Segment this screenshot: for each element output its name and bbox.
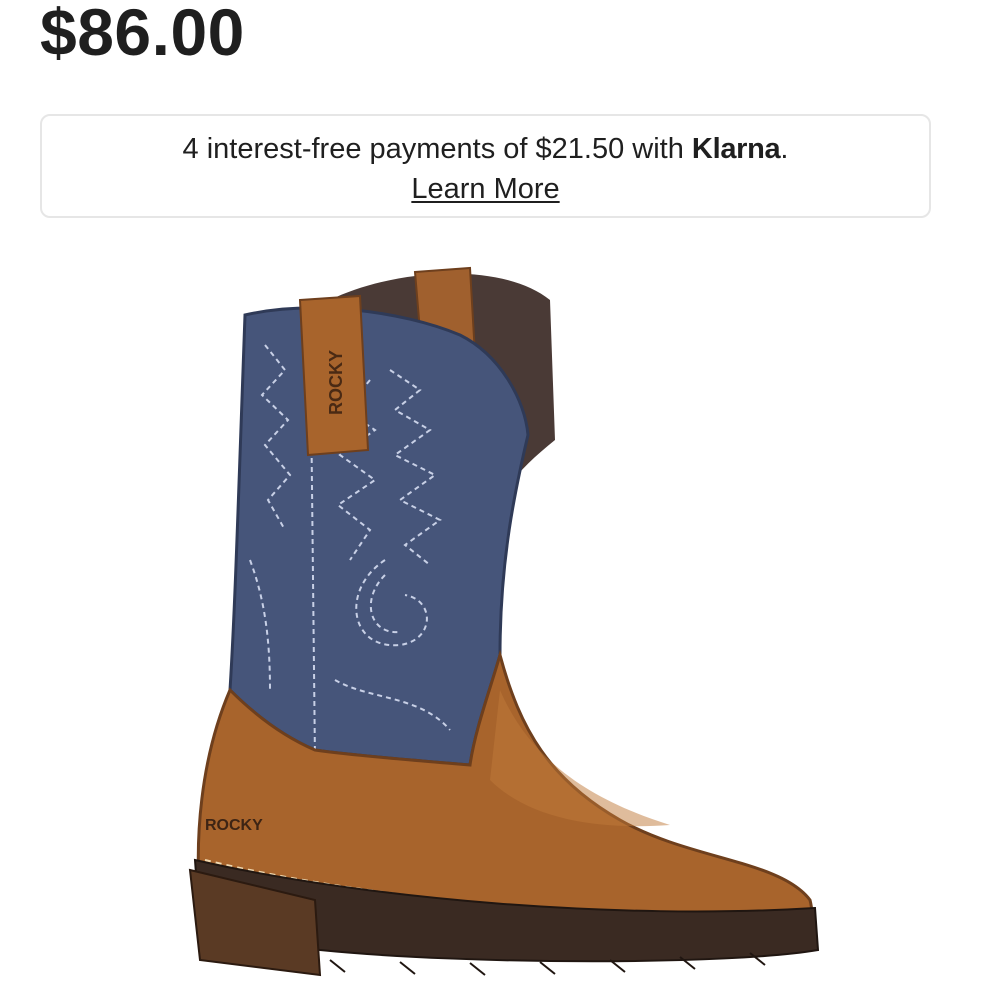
klarna-payment-banner[interactable]: 4 interest-free payments of $21.50 with … bbox=[40, 114, 931, 218]
pull-tab-brand-text: ROCKY bbox=[326, 350, 346, 415]
learn-more-link[interactable]: Learn More bbox=[411, 173, 559, 205]
side-brand-logo: ROCKY bbox=[205, 817, 263, 834]
klarna-logo: Klarna bbox=[691, 133, 781, 165]
klarna-message-end: . bbox=[780, 133, 789, 165]
boot-illustration: ROCKY ROCKY bbox=[188, 266, 820, 977]
product-image[interactable]: ROCKY ROCKY bbox=[170, 260, 830, 980]
klarna-message: 4 interest-free payments of $21.50 with … bbox=[42, 130, 929, 168]
klarna-message-text: 4 interest-free payments of $21.50 with bbox=[182, 133, 692, 165]
product-price: $86.00 bbox=[40, 0, 245, 69]
learn-more-wrap: Learn More bbox=[42, 170, 929, 208]
